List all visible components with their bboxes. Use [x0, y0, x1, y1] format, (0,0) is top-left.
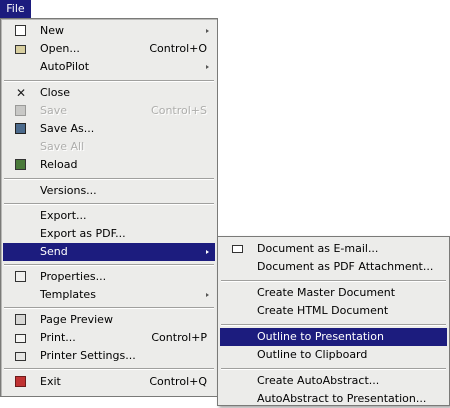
- menu-item-label: Print...: [40, 331, 76, 344]
- menu-item-create-autoabstract[interactable]: Create AutoAbstract...: [220, 372, 447, 390]
- menu-item-label: Document as E-mail...: [257, 242, 379, 255]
- menu-item-create-master-document[interactable]: Create Master Document: [220, 284, 447, 302]
- menu-separator: [4, 80, 214, 82]
- page-preview-icon: [14, 313, 28, 327]
- exit-icon: [14, 375, 28, 389]
- menu-item-label: Reload: [40, 158, 78, 171]
- menu-item-label: AutoPilot: [40, 60, 90, 73]
- menu-item-label: Export...: [40, 209, 87, 222]
- menu-item-label: Document as PDF Attachment...: [257, 260, 434, 273]
- menu-item-label: Open...: [40, 42, 80, 55]
- submenu-arrow-icon: [206, 65, 209, 69]
- menu-item-label: Close: [40, 86, 70, 99]
- menu-item-label: Exit: [40, 375, 61, 388]
- menu-item-label: Templates: [40, 288, 96, 301]
- menu-item-shortcut: Control+Q: [149, 375, 207, 388]
- menu-item-save-as[interactable]: Save As...: [3, 120, 215, 138]
- menu-item-export-pdf[interactable]: Export as PDF...: [3, 225, 215, 243]
- printer-settings-icon: [14, 349, 28, 363]
- save-as-icon: [14, 122, 28, 136]
- menu-item-templates[interactable]: Templates: [3, 286, 215, 304]
- menu-item-properties[interactable]: Properties...: [3, 268, 215, 286]
- menu-separator: [221, 280, 446, 282]
- menu-separator: [221, 324, 446, 326]
- menu-item-label: Save As...: [40, 122, 95, 135]
- menu-item-label: Properties...: [40, 270, 107, 283]
- submenu-arrow-icon: [206, 29, 209, 33]
- menu-separator: [4, 368, 214, 370]
- menu-item-new[interactable]: New: [3, 22, 215, 40]
- menu-item-page-preview[interactable]: Page Preview: [3, 311, 215, 329]
- send-submenu: Document as E-mail... Document as PDF At…: [217, 236, 450, 406]
- close-icon: ✕: [15, 86, 27, 100]
- print-icon: [14, 331, 28, 345]
- submenu-arrow-icon: [206, 250, 209, 254]
- menu-item-outline-to-clipboard[interactable]: Outline to Clipboard: [220, 346, 447, 364]
- menu-separator: [221, 368, 446, 370]
- menu-item-label: Save: [40, 104, 68, 117]
- menu-item-label: Export as PDF...: [40, 227, 126, 240]
- save-icon: [14, 104, 28, 118]
- menu-item-close[interactable]: ✕ Close: [3, 84, 215, 102]
- menu-item-label: Send: [40, 245, 68, 258]
- file-menu-title[interactable]: File: [0, 0, 31, 18]
- menu-item-label: AutoAbstract to Presentation...: [257, 392, 427, 405]
- menu-separator: [4, 264, 214, 266]
- menu-item-export[interactable]: Export...: [3, 207, 215, 225]
- menu-separator: [4, 307, 214, 309]
- menu-item-label: New: [40, 24, 64, 37]
- menu-item-save-all[interactable]: Save All: [3, 138, 215, 156]
- menu-item-printer-settings[interactable]: Printer Settings...: [3, 347, 215, 365]
- menu-item-save[interactable]: Save Control+S: [3, 102, 215, 120]
- menu-item-shortcut: Control+P: [151, 331, 207, 344]
- mail-icon: [231, 242, 245, 256]
- menu-item-exit[interactable]: Exit Control+Q: [3, 373, 215, 391]
- file-menu: New Open... Control+O AutoPilot ✕ Close …: [0, 18, 218, 397]
- menu-item-autopilot[interactable]: AutoPilot: [3, 58, 215, 76]
- menu-item-document-as-pdf-attachment[interactable]: Document as PDF Attachment...: [220, 258, 447, 276]
- menu-item-open[interactable]: Open... Control+O: [3, 40, 215, 58]
- menu-item-label: Create AutoAbstract...: [257, 374, 380, 387]
- menu-item-label: Outline to Presentation: [257, 330, 384, 343]
- menu-item-document-as-email[interactable]: Document as E-mail...: [220, 240, 447, 258]
- menu-item-create-html-document[interactable]: Create HTML Document: [220, 302, 447, 320]
- new-document-icon: [14, 24, 28, 38]
- submenu-arrow-icon: [206, 293, 209, 297]
- menu-item-autoabstract-to-presentation[interactable]: AutoAbstract to Presentation...: [220, 390, 447, 408]
- menu-item-label: Versions...: [40, 184, 97, 197]
- menu-item-versions[interactable]: Versions...: [3, 182, 215, 200]
- menu-item-label: Create HTML Document: [257, 304, 389, 317]
- reload-icon: [14, 158, 28, 172]
- menu-separator: [4, 203, 214, 205]
- menu-separator: [4, 178, 214, 180]
- properties-icon: [14, 270, 28, 284]
- menu-item-label: Page Preview: [40, 313, 113, 326]
- menu-item-shortcut: Control+O: [149, 42, 207, 55]
- menu-item-label: Save All: [40, 140, 85, 153]
- menu-item-label: Printer Settings...: [40, 349, 136, 362]
- menu-item-reload[interactable]: Reload: [3, 156, 215, 174]
- menu-item-send[interactable]: Send: [3, 243, 215, 261]
- folder-open-icon: [14, 42, 28, 56]
- menu-item-shortcut: Control+S: [151, 104, 207, 117]
- menu-item-outline-to-presentation[interactable]: Outline to Presentation: [220, 328, 447, 346]
- menu-item-label: Outline to Clipboard: [257, 348, 368, 361]
- menu-item-print[interactable]: Print... Control+P: [3, 329, 215, 347]
- menu-item-label: Create Master Document: [257, 286, 396, 299]
